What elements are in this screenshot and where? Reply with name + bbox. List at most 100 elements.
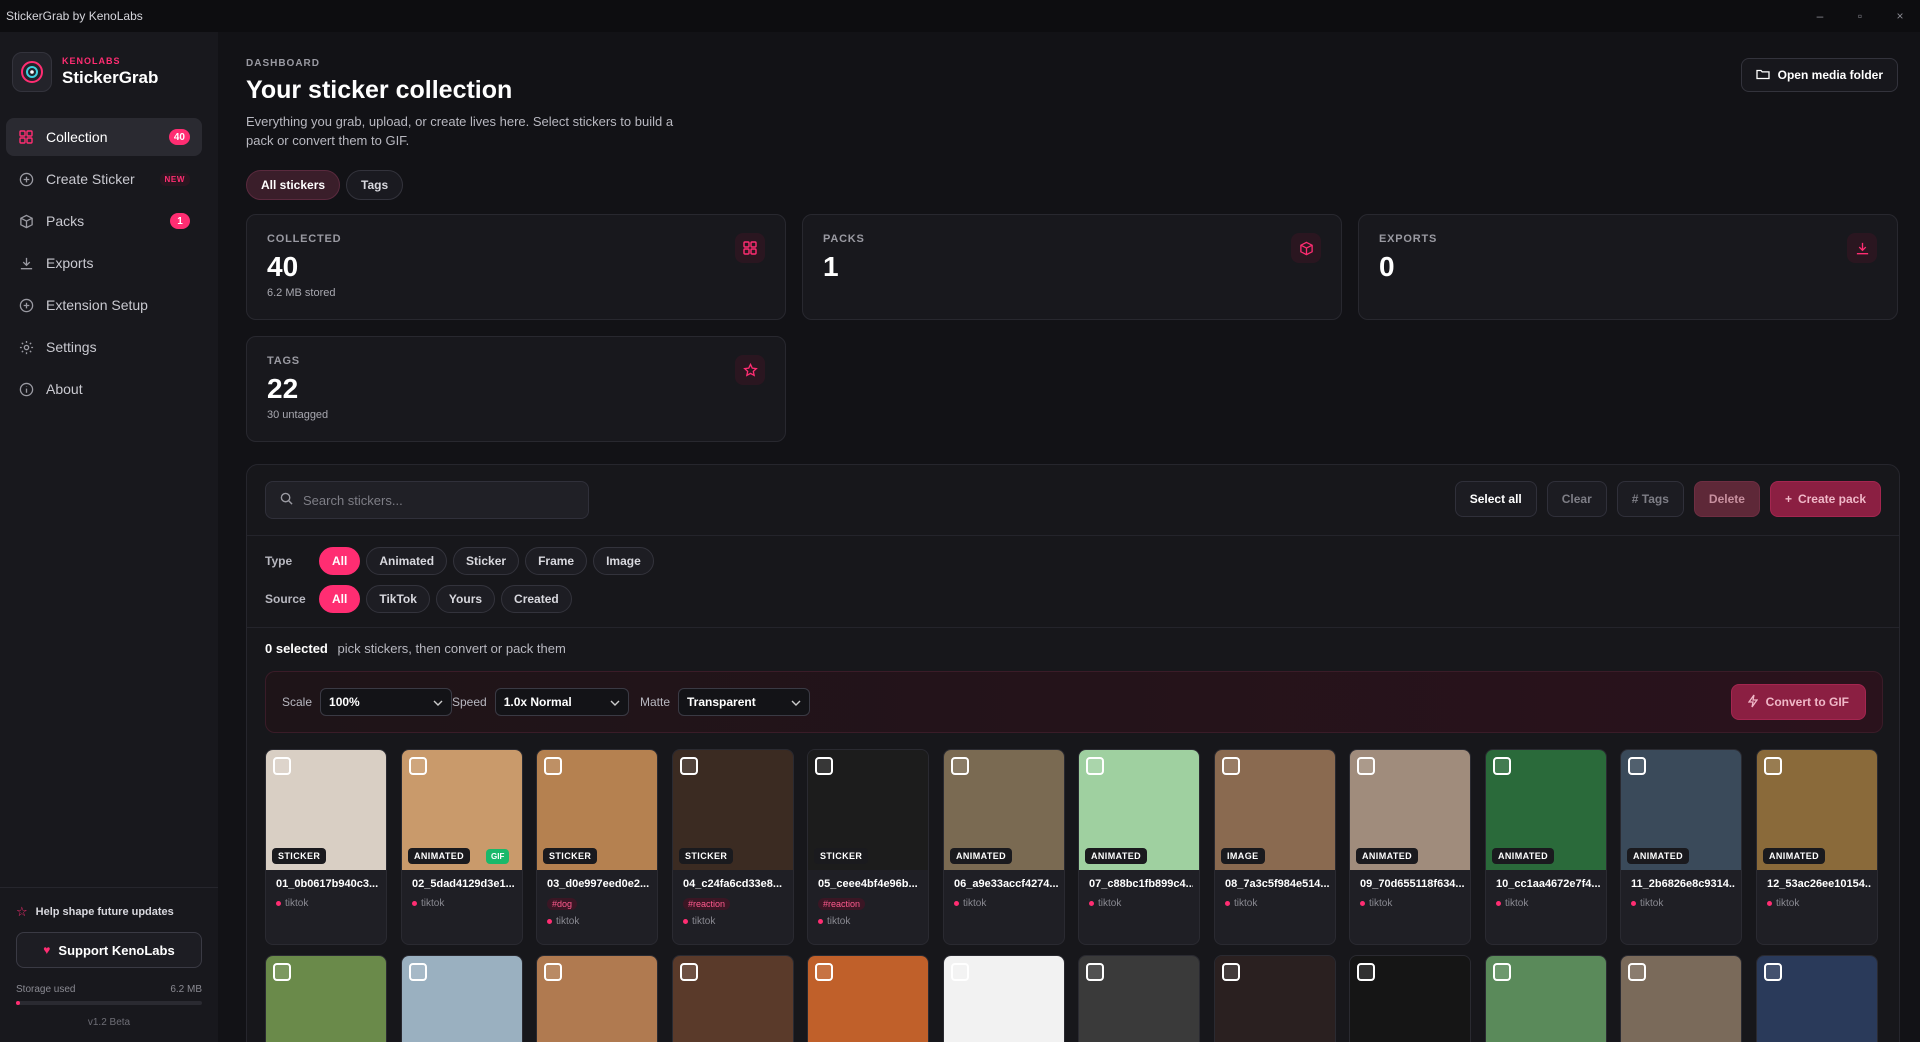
sticker-thumbnail[interactable] bbox=[1621, 956, 1741, 1042]
sidebar-item-create-sticker[interactable]: Create Sticker NEW bbox=[6, 160, 202, 198]
sticker-checkbox[interactable] bbox=[1357, 963, 1375, 981]
sticker-card[interactable] bbox=[807, 955, 929, 1042]
sticker-thumbnail[interactable]: ANIMATED bbox=[1486, 750, 1606, 870]
sticker-card[interactable] bbox=[1349, 955, 1471, 1042]
sticker-checkbox[interactable] bbox=[680, 963, 698, 981]
sticker-thumbnail[interactable]: ANIMATED bbox=[1350, 750, 1470, 870]
select-all-button[interactable]: Select all bbox=[1454, 481, 1537, 517]
sticker-tag[interactable]: #reaction bbox=[818, 898, 866, 910]
sidebar-item-packs[interactable]: Packs 1 bbox=[6, 202, 202, 240]
sticker-tag[interactable]: #dog bbox=[547, 898, 578, 910]
matte-select[interactable]: Transparent bbox=[678, 688, 811, 716]
sticker-checkbox[interactable] bbox=[1222, 757, 1240, 775]
sticker-card[interactable]: ANIMATED GIF 02_5dad4129d3e1... tiktok bbox=[401, 749, 523, 945]
sidebar-item-exports[interactable]: Exports bbox=[6, 244, 202, 282]
type-chip-sticker[interactable]: Sticker bbox=[453, 547, 520, 575]
sticker-thumbnail[interactable]: STICKER bbox=[266, 750, 386, 870]
search-box[interactable] bbox=[265, 481, 589, 519]
open-media-folder-button[interactable]: Open media folder bbox=[1740, 58, 1898, 92]
sticker-checkbox[interactable] bbox=[1357, 757, 1375, 775]
sticker-checkbox[interactable] bbox=[1086, 757, 1104, 775]
sticker-card[interactable] bbox=[265, 955, 387, 1042]
source-chip-all[interactable]: All bbox=[319, 585, 361, 613]
speed-select[interactable]: 1.0x Normal bbox=[494, 688, 629, 716]
clear-button[interactable]: Clear bbox=[1546, 481, 1607, 517]
sticker-thumbnail[interactable]: ANIMATED bbox=[1079, 750, 1199, 870]
sticker-card[interactable] bbox=[672, 955, 794, 1042]
sticker-checkbox[interactable] bbox=[544, 757, 562, 775]
sidebar-item-collection[interactable]: Collection 40 bbox=[6, 118, 202, 156]
sticker-card[interactable] bbox=[1756, 955, 1878, 1042]
sticker-card[interactable]: ANIMATED 10_cc1aa4672e7f4... tiktok bbox=[1485, 749, 1607, 945]
sticker-tag[interactable]: #reaction bbox=[683, 898, 731, 910]
sticker-thumbnail[interactable] bbox=[1757, 956, 1877, 1042]
convert-to-gif-button[interactable]: Convert to GIF bbox=[1730, 684, 1866, 720]
sticker-card[interactable]: STICKER 03_d0e997eed0e2... #dog tiktok bbox=[536, 749, 658, 945]
sticker-thumbnail[interactable]: IMAGE bbox=[1215, 750, 1335, 870]
sticker-thumbnail[interactable] bbox=[944, 956, 1064, 1042]
sticker-card[interactable] bbox=[1214, 955, 1336, 1042]
sticker-checkbox[interactable] bbox=[273, 757, 291, 775]
sticker-checkbox[interactable] bbox=[1764, 757, 1782, 775]
sticker-checkbox[interactable] bbox=[1628, 757, 1646, 775]
sticker-checkbox[interactable] bbox=[1493, 963, 1511, 981]
sticker-card[interactable]: ANIMATED 11_2b6826e8c9314... tiktok bbox=[1620, 749, 1742, 945]
sidebar-item-about[interactable]: About bbox=[6, 370, 202, 408]
sticker-checkbox[interactable] bbox=[815, 757, 833, 775]
close-button[interactable]: × bbox=[1880, 0, 1920, 32]
sticker-checkbox[interactable] bbox=[1493, 757, 1511, 775]
sticker-checkbox[interactable] bbox=[951, 757, 969, 775]
tab-all-stickers[interactable]: All stickers bbox=[246, 170, 341, 200]
delete-button[interactable]: Delete bbox=[1693, 481, 1760, 517]
sticker-thumbnail[interactable] bbox=[1215, 956, 1335, 1042]
sticker-checkbox[interactable] bbox=[273, 963, 291, 981]
sticker-checkbox[interactable] bbox=[951, 963, 969, 981]
sticker-card[interactable] bbox=[943, 955, 1065, 1042]
tab-tags[interactable]: Tags bbox=[346, 170, 404, 200]
sticker-thumbnail[interactable]: ANIMATED bbox=[1757, 750, 1877, 870]
type-chip-animated[interactable]: Animated bbox=[366, 547, 448, 575]
feedback-link[interactable]: ☆ Help shape future updates bbox=[16, 904, 202, 920]
sticker-thumbnail[interactable]: STICKER bbox=[537, 750, 657, 870]
sidebar-item-settings[interactable]: Settings bbox=[6, 328, 202, 366]
sticker-thumbnail[interactable] bbox=[808, 956, 928, 1042]
sticker-card[interactable] bbox=[401, 955, 523, 1042]
search-input[interactable] bbox=[303, 492, 563, 508]
sticker-card[interactable]: STICKER 05_ceee4bf4e96b... #reaction tiktok bbox=[807, 749, 929, 945]
sticker-thumbnail[interactable]: STICKER bbox=[808, 750, 928, 870]
sticker-thumbnail[interactable] bbox=[1079, 956, 1199, 1042]
sticker-card[interactable]: ANIMATED 07_c88bc1fb899c4... tiktok bbox=[1078, 749, 1200, 945]
sticker-thumbnail[interactable] bbox=[1486, 956, 1606, 1042]
sticker-card[interactable] bbox=[1620, 955, 1742, 1042]
sticker-checkbox[interactable] bbox=[1222, 963, 1240, 981]
sticker-card[interactable]: STICKER 01_0b0617b940c3... tiktok bbox=[265, 749, 387, 945]
sticker-card[interactable]: ANIMATED 12_53ac26ee10154... tiktok bbox=[1756, 749, 1878, 945]
sticker-checkbox[interactable] bbox=[409, 963, 427, 981]
sticker-checkbox[interactable] bbox=[680, 757, 698, 775]
scale-select[interactable]: 100% bbox=[320, 688, 453, 716]
sticker-card[interactable] bbox=[536, 955, 658, 1042]
sticker-card[interactable]: ANIMATED 06_a9e33accf4274... tiktok bbox=[943, 749, 1065, 945]
sticker-thumbnail[interactable]: STICKER bbox=[673, 750, 793, 870]
maximize-button[interactable]: ▫ bbox=[1840, 0, 1880, 32]
sticker-card[interactable] bbox=[1078, 955, 1200, 1042]
sticker-thumbnail[interactable] bbox=[673, 956, 793, 1042]
type-chip-frame[interactable]: Frame bbox=[525, 547, 588, 575]
sticker-checkbox[interactable] bbox=[409, 757, 427, 775]
source-chip-created[interactable]: Created bbox=[501, 585, 572, 613]
sticker-card[interactable]: IMAGE 08_7a3c5f984e514... tiktok bbox=[1214, 749, 1336, 945]
sticker-checkbox[interactable] bbox=[1764, 963, 1782, 981]
create-pack-button[interactable]: + Create pack bbox=[1769, 481, 1881, 517]
sticker-thumbnail[interactable]: ANIMATED bbox=[944, 750, 1064, 870]
minimize-button[interactable]: – bbox=[1800, 0, 1840, 32]
sticker-checkbox[interactable] bbox=[1628, 963, 1646, 981]
sticker-checkbox[interactable] bbox=[544, 963, 562, 981]
sticker-card[interactable] bbox=[1485, 955, 1607, 1042]
sticker-checkbox[interactable] bbox=[815, 963, 833, 981]
sticker-thumbnail[interactable]: ANIMATED GIF bbox=[402, 750, 522, 870]
sticker-thumbnail[interactable] bbox=[266, 956, 386, 1042]
sticker-card[interactable]: STICKER 04_c24fa6cd33e8... #reaction tiktok bbox=[672, 749, 794, 945]
type-chip-all[interactable]: All bbox=[319, 547, 361, 575]
sidebar-item-extension-setup[interactable]: Extension Setup bbox=[6, 286, 202, 324]
tags-button[interactable]: # Tags bbox=[1616, 481, 1684, 517]
